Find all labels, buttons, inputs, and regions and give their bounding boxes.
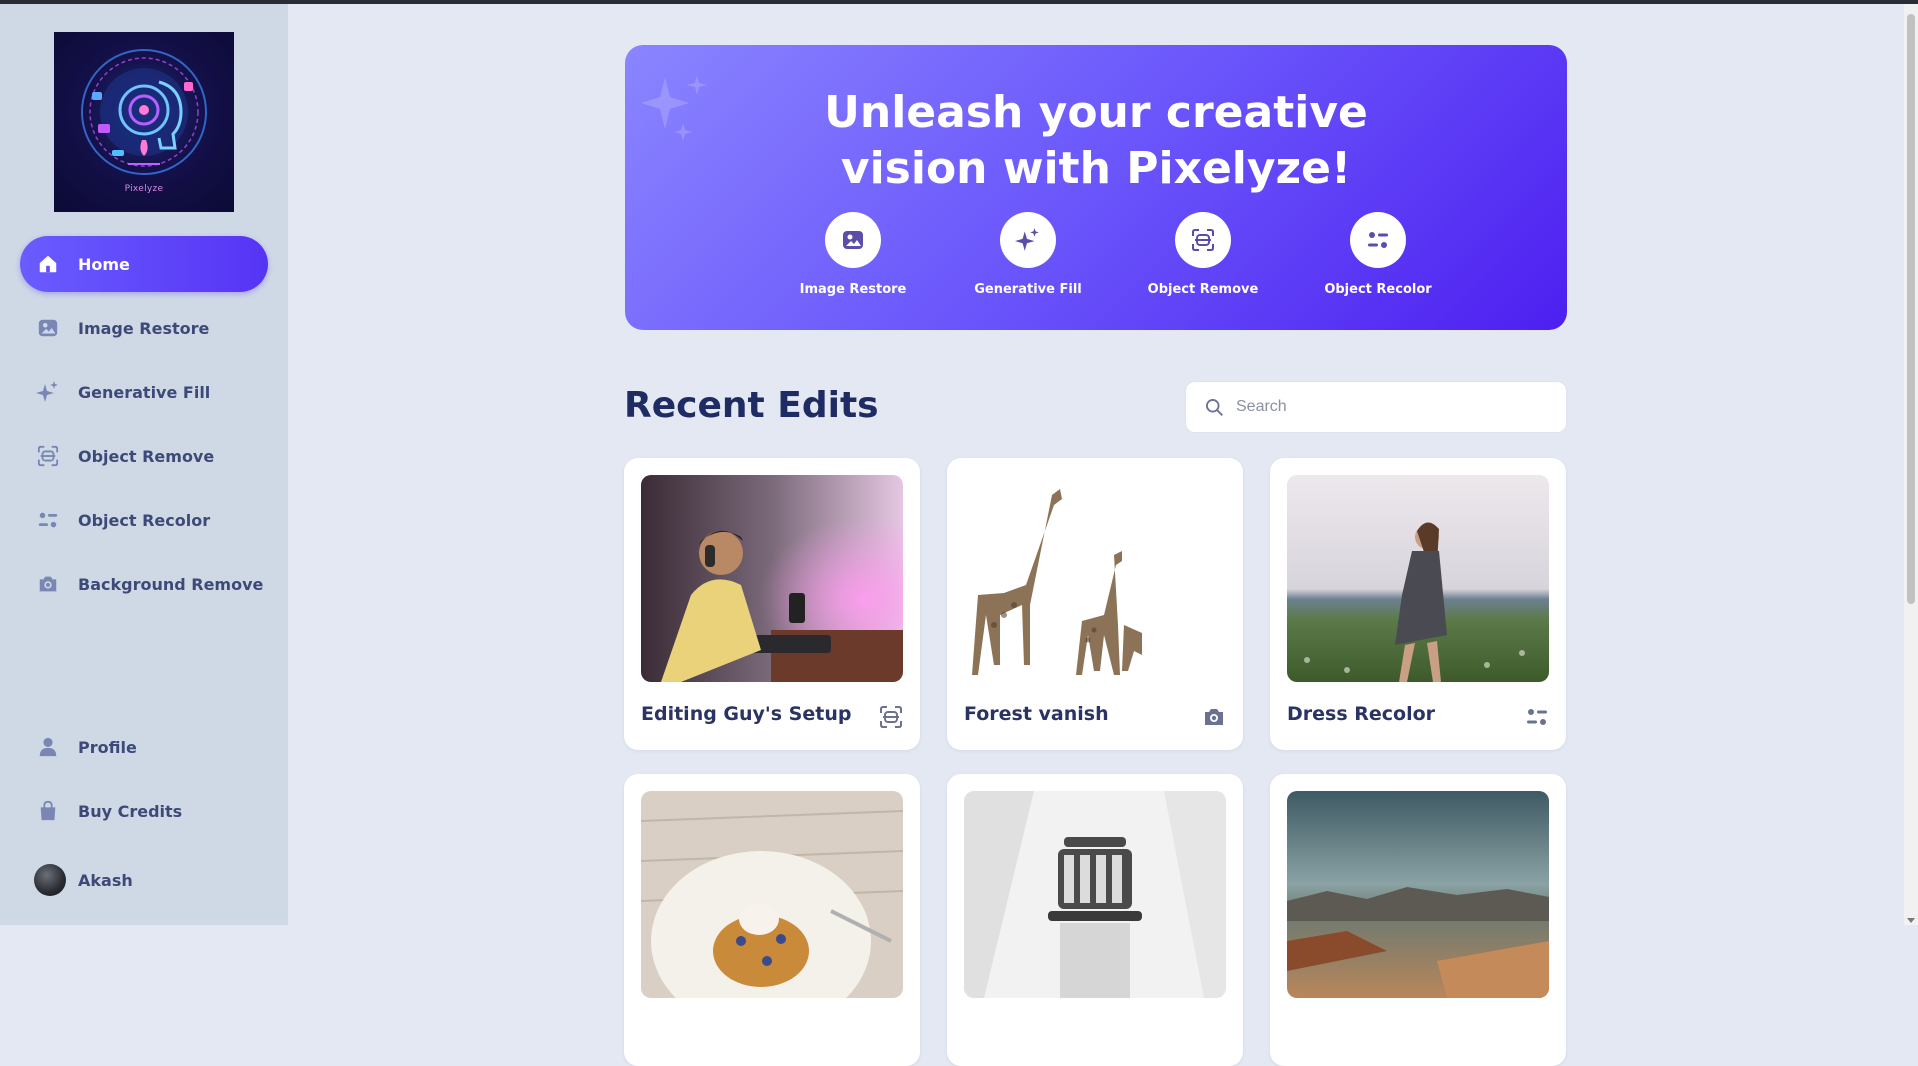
sidebar: Pixelyze Home Image Restore Generative F… [0,4,288,925]
sidebar-item-label: Profile [78,737,137,757]
sidebar-item-generative-fill[interactable]: Generative Fill [20,364,268,420]
page-scrollbar[interactable] [1904,4,1918,925]
card-thumbnail [1287,791,1549,998]
hero-tool-circle[interactable] [1350,212,1406,268]
camera-icon [1205,709,1223,725]
sliders-icon [1527,709,1547,725]
recent-edit-card[interactable] [947,774,1243,1066]
sidebar-item-label: Generative Fill [78,382,211,402]
hero-tool-label: Generative Fill [974,282,1082,297]
sidebar-item-label: Object Recolor [78,510,211,530]
image-icon [843,231,863,249]
scan-icon [880,706,902,728]
search-box[interactable] [1185,381,1567,433]
hero-tool-circle[interactable] [1000,212,1056,268]
hero-tool-image-restore[interactable]: Image Restore [783,212,923,297]
hero-title-line-1: Unleash your creative [824,87,1368,138]
card-thumbnail [641,475,903,682]
sidebar-item-object-remove[interactable]: Object Remove [20,428,268,484]
recent-edit-card[interactable] [1270,774,1566,1066]
hero-tool-object-remove[interactable]: Object Remove [1133,212,1273,297]
user-name: Akash [78,870,133,890]
sidebar-item-label: Buy Credits [78,801,183,821]
camera-icon [36,572,60,596]
hero-title-line-2: vision with Pixelyze! [840,143,1352,194]
card-title: Editing Guy's Setup [641,703,852,725]
sidebar-item-label: Object Remove [78,446,215,466]
card-thumbnail [1287,475,1549,682]
card-thumbnail [964,475,1226,682]
recent-edit-card[interactable]: Editing Guy's Setup [624,458,920,750]
sidebar-item-home[interactable]: Home [20,236,268,292]
sidebar-item-image-restore[interactable]: Image Restore [20,300,268,356]
sidebar-item-label: Background Remove [78,574,264,594]
hero-tool-label: Object Remove [1147,282,1259,297]
recent-edit-card[interactable]: Forest vanish [947,458,1243,750]
search-icon [1206,399,1223,416]
sidebar-item-profile[interactable]: Profile [20,719,268,775]
home-icon [36,252,60,276]
card-title: Forest vanish [964,703,1109,725]
card-thumbnail [641,791,903,998]
logo-text: Pixelyze [124,184,164,194]
search-input[interactable] [1236,398,1536,416]
hero-tool-object-recolor[interactable]: Object Recolor [1308,212,1448,297]
hero-tool-circle[interactable] [1175,212,1231,268]
sidebar-item-object-recolor[interactable]: Object Recolor [20,492,268,548]
recent-edit-card[interactable]: Dress Recolor [1270,458,1566,750]
hero-banner: Unleash your creative vision with Pixely… [625,45,1567,330]
sidebar-item-buy-credits[interactable]: Buy Credits [20,783,268,839]
sliders-icon [36,508,60,532]
sidebar-item-label: Home [78,254,130,274]
recent-edits-title: Recent Edits [624,385,879,426]
hero-tool-label: Image Restore [799,282,907,297]
sidebar-item-background-remove[interactable]: Background Remove [20,556,268,612]
sparkles-icon [1015,228,1039,251]
app-logo[interactable]: Pixelyze [54,32,234,212]
scroll-down-arrow-icon[interactable] [1907,918,1915,923]
card-title: Dress Recolor [1287,703,1436,725]
hero-title: Unleash your creative vision with Pixely… [625,85,1567,197]
bag-icon [36,799,60,823]
hero-tool-circle[interactable] [825,212,881,268]
sidebar-item-label: Image Restore [78,318,210,338]
sidebar-user[interactable]: Akash [20,852,268,908]
hero-tool-generative-fill[interactable]: Generative Fill [958,212,1098,297]
scan-icon [1192,229,1214,251]
hero-tool-label: Object Recolor [1324,282,1432,297]
image-icon [36,316,60,340]
scrollbar-thumb[interactable] [1907,14,1915,604]
sliders-icon [1368,232,1388,248]
card-thumbnail [964,791,1226,998]
sparkles-icon [36,380,60,404]
avatar [34,864,66,896]
user-icon [36,735,60,759]
scan-icon [36,444,60,468]
recent-edit-card[interactable] [624,774,920,1066]
